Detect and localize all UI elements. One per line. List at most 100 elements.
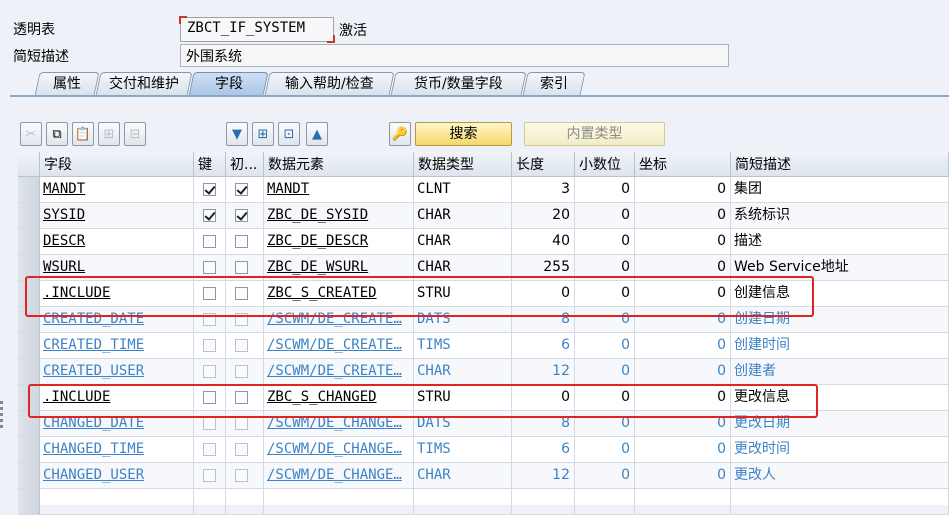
element-value[interactable]: ZBC_DE_WSURL	[267, 259, 368, 275]
field-value[interactable]: DESCR	[43, 233, 85, 249]
field-value[interactable]: .INCLUDE	[43, 389, 110, 405]
field-value[interactable]: CHANGED_USER	[43, 467, 144, 483]
table-row[interactable]: CHANGED_USER/SCWM/DE_CHANGE… CHAR 12 0 0 更改人	[18, 463, 949, 489]
key-checkbox[interactable]	[203, 443, 216, 456]
element-cell[interactable]: /SCWM/DE_CHANGE…	[264, 437, 414, 463]
element-cell[interactable]: /SCWM/DE_CHANGE…	[264, 411, 414, 437]
field-cell[interactable]: CHANGED_USER	[40, 463, 194, 489]
key-icon[interactable]: 🔑	[389, 122, 411, 146]
key-checkbox[interactable]	[203, 209, 216, 222]
key-checkbox[interactable]	[203, 235, 216, 248]
field-cell[interactable]: .INCLUDE	[40, 385, 194, 411]
column-header-decimals[interactable]: 小数位	[575, 152, 635, 177]
initial-values-checkbox[interactable]	[235, 183, 248, 196]
key-checkbox[interactable]	[203, 313, 216, 326]
column-header-coordinate[interactable]: 坐标	[635, 152, 731, 177]
element-cell[interactable]: ZBC_DE_DESCR	[264, 229, 414, 255]
element-value[interactable]: /SCWM/DE_CHANGE…	[267, 415, 402, 431]
element-cell[interactable]: /SCWM/DE_CREATE…	[264, 307, 414, 333]
table-row[interactable]: .INCLUDE ZBC_S_CHANGED STRU 0 0 0 更改信息	[18, 385, 949, 411]
paste-icon[interactable]: 📋	[72, 122, 94, 146]
initial-values-checkbox[interactable]	[235, 235, 248, 248]
row-selector[interactable]	[18, 411, 40, 437]
table-row[interactable]: MANDT MANDT CLNT 3 0 0 集团	[18, 177, 949, 203]
field-value[interactable]: CHANGED_TIME	[43, 441, 144, 457]
element-value[interactable]: /SCWM/DE_CHANGE…	[267, 467, 402, 483]
initial-values-checkbox[interactable]	[235, 339, 248, 352]
element-cell[interactable]: /SCWM/DE_CHANGE…	[264, 463, 414, 489]
row-selector[interactable]	[18, 281, 40, 307]
initial-values-checkbox[interactable]	[235, 469, 248, 482]
key-checkbox[interactable]	[203, 391, 216, 404]
table-row[interactable]: WSURL ZBC_DE_WSURL CHAR 255 0 0 Web Service地址	[18, 255, 949, 281]
tab-attributes[interactable]: 属性	[34, 72, 100, 96]
element-value[interactable]: ZBC_S_CREATED	[267, 285, 377, 301]
element-value[interactable]: /SCWM/DE_CREATE…	[267, 363, 402, 379]
column-header-data-type[interactable]: 数据类型	[414, 152, 512, 177]
element-cell[interactable]: /SCWM/DE_CREATE…	[264, 359, 414, 385]
tab-fields[interactable]: 字段	[188, 72, 269, 96]
field-cell[interactable]: CREATED_TIME	[40, 333, 194, 359]
element-cell[interactable]: /SCWM/DE_CREATE…	[264, 333, 414, 359]
insert-row-icon[interactable]: ⊞	[98, 122, 120, 146]
row-selector[interactable]	[18, 229, 40, 255]
tab-input-help-check[interactable]: 输入帮助/检查	[264, 72, 395, 96]
field-value[interactable]: SYSID	[43, 207, 85, 223]
element-value[interactable]: MANDT	[267, 181, 309, 197]
initial-values-checkbox[interactable]	[235, 365, 248, 378]
table-row[interactable]: CREATED_TIME/SCWM/DE_CREATE… TIMS 6 0 0 创建时间	[18, 333, 949, 359]
element-value[interactable]: ZBC_S_CHANGED	[267, 389, 377, 405]
table-row[interactable]: .INCLUDE ZBC_S_CREATED STRU 0 0 0 创建信息	[18, 281, 949, 307]
field-cell[interactable]: MANDT	[40, 177, 194, 203]
initial-values-checkbox[interactable]	[235, 443, 248, 456]
element-cell[interactable]: MANDT	[264, 177, 414, 203]
column-header-initial[interactable]: 初...	[226, 152, 264, 177]
field-cell[interactable]: DESCR	[40, 229, 194, 255]
element-cell[interactable]: ZBC_DE_SYSID	[264, 203, 414, 229]
expand-all-icon[interactable]: ▼	[226, 122, 248, 146]
field-cell[interactable]: CREATED_DATE	[40, 307, 194, 333]
initial-values-checkbox[interactable]	[235, 287, 248, 300]
row-selector[interactable]	[18, 359, 40, 385]
element-value[interactable]: ZBC_DE_SYSID	[267, 207, 368, 223]
key-checkbox[interactable]	[203, 339, 216, 352]
initial-values-checkbox[interactable]	[235, 261, 248, 274]
delete-row-icon[interactable]: ⊟	[124, 122, 146, 146]
key-checkbox[interactable]	[203, 469, 216, 482]
resize-grip[interactable]	[0, 398, 4, 438]
initial-values-checkbox[interactable]	[235, 417, 248, 430]
field-cell[interactable]: CHANGED_DATE	[40, 411, 194, 437]
column-header-data-element[interactable]: 数据元素	[264, 152, 414, 177]
row-selector[interactable]	[18, 333, 40, 359]
field-cell[interactable]: SYSID	[40, 203, 194, 229]
field-value[interactable]: CREATED_USER	[43, 363, 144, 379]
field-cell[interactable]: CHANGED_TIME	[40, 437, 194, 463]
element-cell[interactable]: ZBC_S_CHANGED	[264, 385, 414, 411]
builtin-type-button[interactable]: 内置类型	[524, 122, 665, 146]
table-row[interactable]: CREATED_USER/SCWM/DE_CREATE… CHAR 12 0 0 创建者	[18, 359, 949, 385]
field-value[interactable]: CREATED_DATE	[43, 311, 144, 327]
tab-indexes[interactable]: 索引	[522, 72, 586, 96]
row-selector[interactable]	[18, 307, 40, 333]
field-value[interactable]: CREATED_TIME	[43, 337, 144, 353]
table-row[interactable]: DESCR ZBC_DE_DESCR CHAR 40 0 0 描述	[18, 229, 949, 255]
cut-icon[interactable]: ✂	[20, 122, 42, 146]
column-header-field[interactable]: 字段	[40, 152, 194, 177]
table-row[interactable]: CREATED_DATE/SCWM/DE_CREATE… DATS 8 0 0 创建日期	[18, 307, 949, 333]
move-up-icon[interactable]: ▲	[306, 122, 328, 146]
field-cell[interactable]: WSURL	[40, 255, 194, 281]
element-value[interactable]: /SCWM/DE_CREATE…	[267, 311, 402, 327]
table-name-field[interactable]: ZBCT_IF_SYSTEM	[179, 16, 335, 43]
field-cell[interactable]: CREATED_USER	[40, 359, 194, 385]
row-selector[interactable]	[18, 437, 40, 463]
element-value[interactable]: /SCWM/DE_CREATE…	[267, 337, 402, 353]
initial-values-checkbox[interactable]	[235, 209, 248, 222]
collapse-icon[interactable]: ⊡	[278, 122, 300, 146]
table-row[interactable]: SYSID ZBC_DE_SYSID CHAR 20 0 0 系统标识	[18, 203, 949, 229]
select-all-header[interactable]	[18, 152, 40, 177]
search-button[interactable]: 搜索	[415, 122, 512, 146]
initial-values-checkbox[interactable]	[235, 313, 248, 326]
initial-values-checkbox[interactable]	[235, 391, 248, 404]
tab-currency-quantity[interactable]: 货币/数量字段	[390, 72, 527, 96]
row-selector[interactable]	[18, 203, 40, 229]
